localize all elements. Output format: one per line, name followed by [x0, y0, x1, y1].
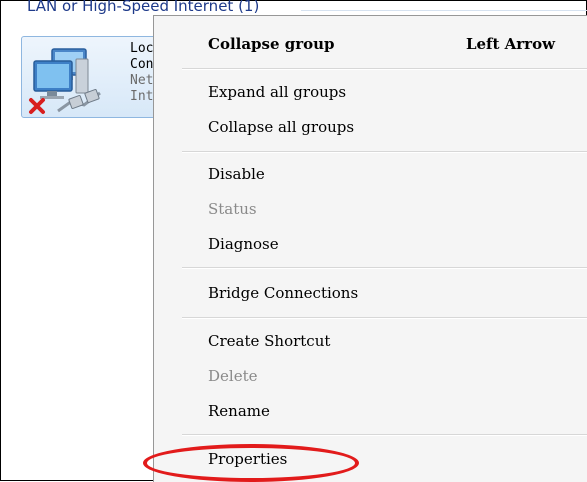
menu-item-label: Bridge Connections: [208, 284, 359, 302]
menu-item-label: Properties: [208, 450, 288, 468]
menu-item-collapse-all-groups[interactable]: Collapse all groups: [154, 113, 587, 143]
menu-item-label: Create Shortcut: [208, 332, 331, 350]
menu-item-label: Rename: [208, 402, 270, 420]
menu-item-bridge-connections[interactable]: Bridge Connections: [154, 279, 587, 309]
red-x-icon: [29, 98, 45, 114]
menu-item-status: Status: [154, 195, 587, 225]
menu-item-create-shortcut[interactable]: Create Shortcut: [154, 327, 587, 357]
menu-item-delete: Delete: [154, 362, 587, 392]
network-connections-window: LAN or High-Speed Internet (1) Local Con…: [0, 0, 587, 482]
group-header-divider: [301, 10, 587, 11]
menu-separator: [182, 317, 587, 319]
menu-item-label: Status: [208, 200, 257, 218]
network-cable-icon: [57, 89, 101, 113]
context-menu: Collapse group Left Arrow Expand all gro…: [153, 15, 587, 482]
menu-item-label: Collapse all groups: [208, 118, 355, 136]
menu-item-disable[interactable]: Disable: [154, 160, 587, 190]
menu-separator: [182, 151, 587, 153]
menu-item-rename[interactable]: Rename: [154, 397, 587, 427]
menu-item-diagnose[interactable]: Diagnose: [154, 230, 587, 260]
menu-item-properties[interactable]: Properties: [154, 445, 587, 475]
menu-item-label: Diagnose: [208, 235, 279, 253]
menu-item-label: Delete: [208, 367, 258, 385]
menu-item-expand-all-groups[interactable]: Expand all groups: [154, 78, 587, 108]
menu-separator: [182, 267, 587, 269]
menu-item-shortcut: Left Arrow: [465, 35, 555, 53]
menu-item-collapse-group[interactable]: Collapse group Left Arrow: [154, 30, 587, 60]
menu-item-label: Expand all groups: [208, 83, 347, 101]
menu-item-label: Collapse group: [208, 35, 335, 53]
menu-item-label: Disable: [208, 165, 265, 183]
menu-separator: [182, 434, 587, 436]
menu-separator: [182, 68, 587, 70]
